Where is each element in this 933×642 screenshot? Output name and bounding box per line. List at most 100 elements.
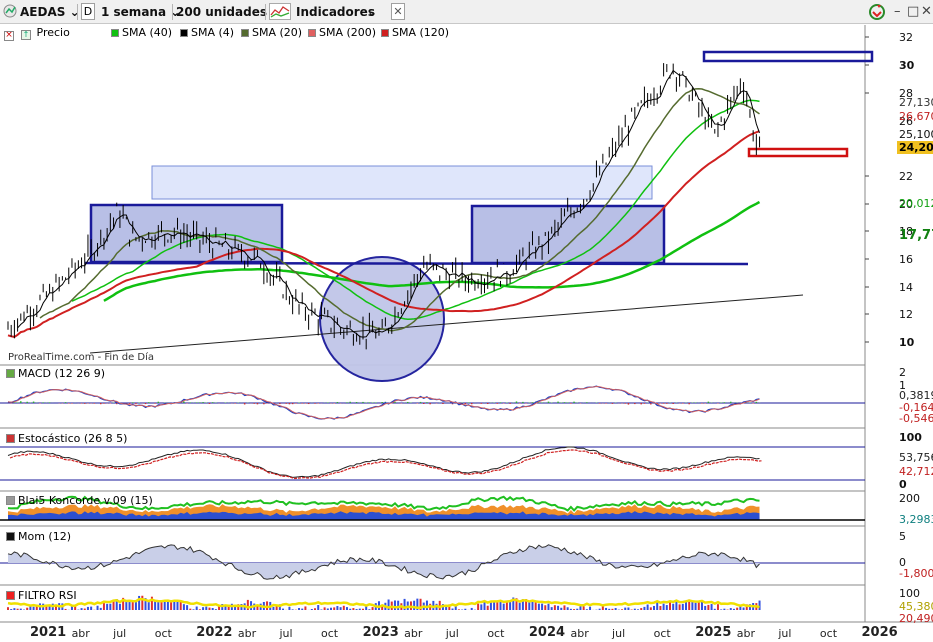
x-year-label: 2026: [861, 625, 898, 640]
legend-sma200[interactable]: SMA (200): [308, 25, 376, 40]
period-label: 1 semana: [101, 5, 167, 19]
price-bars: [7, 63, 761, 350]
x-year-label: 2023: [362, 625, 399, 640]
top-box: [702, 50, 874, 63]
mom-title[interactable]: Mom (12): [6, 530, 71, 544]
refresh-icon[interactable]: [868, 3, 886, 21]
sma4-line: [17, 69, 760, 338]
indicator-icon: [6, 434, 15, 443]
koncorde-value: 3,2983: [899, 513, 933, 526]
macd-title[interactable]: MACD (12 26 9): [6, 367, 105, 381]
indicator-icon: [6, 496, 15, 505]
x-year-label: 2025: [695, 625, 732, 640]
legend-price[interactable]: ↑ Precio: [21, 25, 70, 40]
koncorde-tick: 200: [899, 492, 920, 505]
indicators-icon[interactable]: [269, 3, 291, 20]
indicator-icon: [6, 532, 15, 541]
stoch-tick: 100: [899, 431, 922, 444]
mom-tick: 5: [899, 530, 906, 543]
x-year-label: 2021: [30, 625, 67, 640]
moving-averages: [7, 69, 761, 338]
price-tick: 25,100: [899, 128, 933, 141]
chevron-down-icon[interactable]: ⌄: [367, 3, 377, 21]
sma120-line: [103, 200, 761, 302]
legend-sma20[interactable]: SMA (20): [241, 25, 302, 40]
stoch-panel: [0, 446, 865, 481]
ticker-select[interactable]: AEDAS ⌄: [20, 3, 80, 21]
x-month-label: abr: [736, 627, 756, 640]
mom-value: -1,8000: [899, 567, 933, 580]
legend-remove-button[interactable]: ×: [4, 25, 16, 41]
legend-sma200-label: SMA (200): [319, 26, 377, 39]
mom-line: [7, 544, 760, 580]
sma4-value-label: 26,670: [899, 110, 933, 123]
legend-sma4-label: SMA (4): [191, 26, 235, 39]
support-line: [84, 261, 749, 266]
sma200-line: [7, 130, 760, 338]
indicator-icon: [6, 369, 15, 378]
price-chart[interactable]: [0, 0, 933, 642]
swatch-icon: [241, 29, 249, 37]
minimize-button[interactable]: –: [894, 4, 901, 19]
x-month-label: oct: [819, 627, 838, 640]
macd-line: [7, 385, 760, 420]
x-month-label: jul: [113, 627, 127, 640]
sma20-line: [39, 88, 760, 332]
legend-sma40[interactable]: SMA (40): [111, 25, 172, 40]
koncorde-title-text: Blai5 Koncorde v.09 (15): [18, 494, 153, 507]
bottom-circle: [319, 256, 445, 382]
price-tick: 10: [899, 336, 915, 349]
price-tick: 16: [899, 253, 913, 266]
x-month-label: jul: [612, 627, 626, 640]
x-month-label: jul: [778, 627, 792, 640]
x-month-label: jul: [445, 627, 459, 640]
legend-sma40-label: SMA (40): [122, 26, 173, 39]
swatch-icon: [381, 29, 389, 37]
divider: [172, 4, 173, 20]
x-year-label: 2022: [196, 625, 233, 640]
sma20-value-label: 27,130: [899, 96, 933, 109]
maximize-button[interactable]: □: [907, 4, 919, 19]
legend-sma120[interactable]: SMA (120): [381, 25, 449, 40]
swatch-icon: [180, 29, 188, 37]
indicators-button[interactable]: Indicadores: [296, 3, 375, 21]
close-box-button[interactable]: ✕: [391, 3, 405, 20]
units-label: 200 unidades: [176, 5, 267, 19]
mom-title-text: Mom (12): [18, 530, 72, 543]
mom-area: [8, 544, 760, 580]
app-logo-icon: [3, 4, 17, 18]
macd-title-text: MACD (12 26 9): [18, 367, 106, 380]
close-window-button[interactable]: ✕: [921, 4, 932, 19]
price-tick: 22: [899, 170, 913, 183]
stoch-title[interactable]: Estocástico (26 8 5): [6, 432, 127, 446]
watermark: ProRealTime.com - Fin de Día: [8, 352, 155, 363]
x-month-label: oct: [653, 627, 671, 640]
macd-signal-line: [7, 385, 760, 420]
trend-line: [89, 294, 804, 354]
price-tick: 30: [899, 59, 915, 72]
stoch-value: 53,756: [899, 451, 933, 464]
price-tick: 12: [899, 308, 913, 321]
last-price-label: 24,20: [897, 141, 933, 154]
macd-tick: 2: [899, 366, 906, 379]
x-month-label: oct: [154, 627, 172, 640]
koncorde-title[interactable]: Blai5 Koncorde v.09 (15): [6, 494, 153, 508]
legend-price-label: Precio: [36, 26, 70, 39]
rsi-yellow-line: [7, 597, 760, 610]
rsi-title[interactable]: FILTRO RSI: [6, 589, 77, 603]
divider: [265, 4, 266, 20]
indicator-icon: [6, 591, 15, 600]
legend-sma4[interactable]: SMA (4): [180, 25, 234, 40]
rsi-value: 20,490: [899, 612, 933, 625]
legend-sma120-label: SMA (120): [392, 26, 450, 39]
swatch-icon: [111, 29, 119, 37]
macd-panel: [0, 385, 865, 420]
daily-button[interactable]: D: [81, 3, 95, 20]
macd-value: -0,5461: [899, 412, 933, 425]
x-month-label: jul: [279, 627, 293, 640]
divider: [77, 4, 78, 20]
period-select[interactable]: 1 semana ⌄: [101, 3, 180, 21]
ticker-label: AEDAS: [20, 5, 66, 19]
x-month-label: oct: [321, 627, 339, 640]
sma40-value-label: 20,012: [899, 197, 933, 210]
